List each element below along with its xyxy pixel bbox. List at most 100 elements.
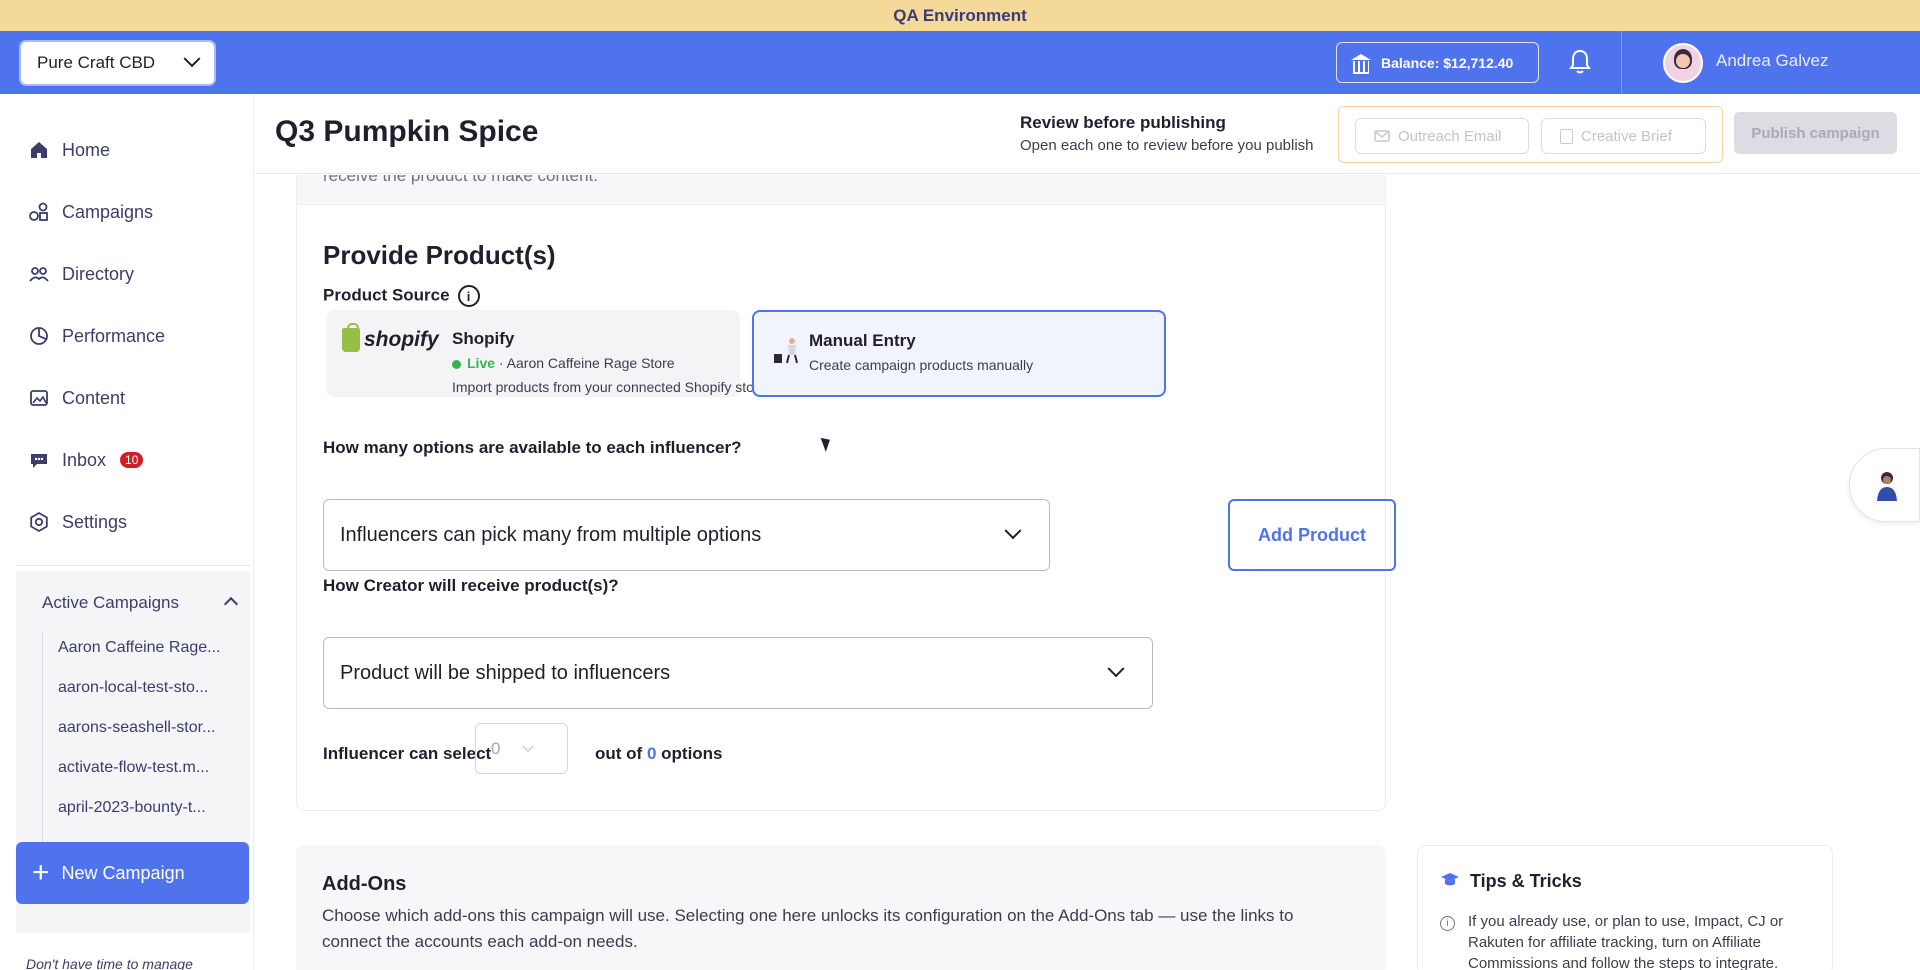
outreach-email-button[interactable]: Outreach Email (1355, 118, 1529, 154)
add-ons-card: Add-Ons Choose which add-ons this campai… (296, 845, 1386, 970)
chevron-up-icon[interactable] (223, 596, 239, 612)
user-name[interactable]: Andrea Galvez (1716, 51, 1828, 71)
active-campaign-item[interactable]: aarons-seashell-stor... (58, 719, 238, 737)
previous-card-text: receive the product to make content. (323, 175, 598, 185)
add-ons-title: Add-Ons (322, 873, 407, 895)
sidebar-item-performance[interactable]: Performance (28, 322, 165, 350)
document-icon (1560, 128, 1573, 144)
add-product-button[interactable]: Add Product (1228, 499, 1396, 571)
active-campaign-item[interactable]: april-2023-bounty-t... (58, 799, 238, 817)
manual-entry-illustration-icon (774, 338, 798, 364)
active-campaign-item[interactable]: aaron-local-test-sto... (58, 679, 238, 697)
sidebar-item-inbox[interactable]: Inbox 10 (28, 446, 144, 474)
select-count-value: 0 (491, 738, 501, 758)
sidebar-item-home[interactable]: Home (28, 136, 110, 164)
chevron-down-icon (183, 50, 201, 68)
sidebar-item-label: Inbox (62, 449, 107, 470)
sidebar-item-label: Home (62, 139, 111, 160)
store-selector[interactable]: Pure Craft CBD (21, 42, 214, 84)
plus-icon: + (32, 856, 50, 889)
shopify-logo-text: shopify (364, 328, 439, 351)
balance-text: Balance: $12,712.40 (1381, 54, 1514, 71)
shopify-status-line: Live · Aaron Caffeine Rage Store (452, 355, 675, 371)
product-source-label-text: Product Source (323, 285, 450, 305)
select-count-suffix: out of 0 options (595, 744, 723, 764)
add-ons-description: Choose which add-ons this campaign will … (322, 906, 1294, 951)
product-source-label: Product Source i (323, 285, 480, 307)
active-campaigns-title[interactable]: Active Campaigns (42, 593, 179, 613)
shopify-name: Shopify (452, 329, 515, 348)
store-selector-value: Pure Craft CBD (37, 53, 156, 72)
inbox-icon (28, 449, 50, 471)
top-bar: Pure Craft CBD Balance: $12,712.40 Andre… (0, 31, 1920, 94)
previous-card-tail: receive the product to make content. (296, 175, 1386, 205)
tips-and-tricks-card: Tips & Tricks i If you already use, or p… (1417, 845, 1833, 970)
settings-icon (28, 511, 50, 533)
creative-brief-button[interactable]: Creative Brief (1541, 118, 1706, 154)
manual-entry-source-card[interactable]: Manual Entry Create campaign products ma… (752, 310, 1166, 397)
bank-icon (1351, 53, 1371, 74)
home-icon (28, 139, 50, 161)
qa-environment-banner: QA Environment (0, 0, 1920, 31)
info-icon[interactable]: i (457, 285, 480, 307)
sidebar-item-campaigns[interactable]: Campaigns (28, 198, 153, 226)
sidebar-item-label: Campaigns (62, 201, 154, 222)
shopify-bag-icon (342, 323, 360, 352)
publish-campaign-label: Publish campaign (1751, 124, 1880, 142)
inbox-badge: 10 (120, 452, 144, 468)
page-header: Q3 Pumpkin Spice Review before publishin… (255, 94, 1920, 174)
manual-entry-description: Create campaign products manually (809, 357, 1034, 373)
envelope-icon (1374, 130, 1390, 142)
floating-assistant-tab[interactable] (1849, 448, 1920, 522)
chevron-down-icon (522, 740, 535, 752)
qa-banner-text: QA Environment (893, 5, 1027, 25)
assistant-avatar-icon (1877, 472, 1897, 501)
active-campaign-item[interactable]: activate-flow-test.m... (58, 759, 238, 777)
sidebar-item-label: Settings (62, 511, 128, 532)
provide-products-card: Provide Product(s) Product Source i shopi… (296, 205, 1396, 811)
topbar-divider (1621, 31, 1622, 94)
receive-method-select[interactable]: Product will be shipped to influencers (323, 637, 1153, 709)
avatar[interactable] (1663, 43, 1703, 83)
graduation-cap-icon (1441, 873, 1459, 886)
review-subtitle: Open each one to review before you publi… (1020, 137, 1314, 154)
performance-icon (28, 325, 50, 347)
new-campaign-button[interactable]: + New Campaign (16, 842, 249, 904)
tips-title: Tips & Tricks (1470, 871, 1582, 891)
options-total: 0 (646, 744, 657, 763)
creative-brief-label: Creative Brief (1581, 127, 1672, 145)
section-title: Provide Product(s) (323, 240, 556, 270)
sidebar-item-settings[interactable]: Settings (28, 508, 127, 536)
sidebar-item-label: Content (62, 387, 126, 408)
page-title: Q3 Pumpkin Spice (275, 115, 539, 148)
live-status-dot (452, 359, 461, 369)
balance-button[interactable]: Balance: $12,712.40 (1336, 42, 1539, 83)
active-campaign-item[interactable]: Aaron Caffeine Rage... (58, 639, 238, 657)
select-count-prefix: Influencer can select (323, 744, 492, 763)
shopify-logo: shopify (342, 323, 439, 352)
publish-campaign-button[interactable]: Publish campaign (1734, 112, 1897, 154)
chevron-down-icon (1107, 660, 1125, 678)
directory-icon (28, 263, 50, 285)
sidebar-item-label: Directory (62, 263, 135, 284)
options-select[interactable]: Influencers can pick many from multiple … (323, 499, 1050, 571)
select-count-dropdown[interactable]: 0 (475, 723, 568, 774)
receive-method-value: Product will be shipped to influencers (340, 661, 671, 684)
shopify-source-card[interactable]: shopify Shopify Live · Aaron Caffeine Ra… (326, 310, 766, 397)
bell-icon[interactable] (1568, 48, 1592, 76)
shopify-store-name: · Aaron Caffeine Rage Store (498, 355, 675, 371)
content-icon (28, 387, 50, 409)
tips-text: If you already use, or plan to use, Impa… (1468, 913, 1784, 970)
campaigns-icon (28, 201, 50, 223)
sidebar-divider (16, 565, 250, 566)
add-product-label: Add Product (1258, 524, 1366, 545)
sidebar-footer-text: Don't have time to manage (26, 956, 193, 970)
outreach-email-label: Outreach Email (1398, 127, 1502, 145)
sidebar-item-label: Performance (62, 325, 166, 346)
select-count-mid: out of (595, 744, 643, 763)
sidebar-item-directory[interactable]: Directory (28, 260, 134, 288)
shopify-description: Import products from your connected Shop… (452, 379, 767, 395)
sidebar-item-content[interactable]: Content (28, 384, 125, 412)
options-select-value: Influencers can pick many from multiple … (340, 523, 762, 546)
sidebar: Home Campaigns Directory Performance Con… (0, 94, 254, 970)
